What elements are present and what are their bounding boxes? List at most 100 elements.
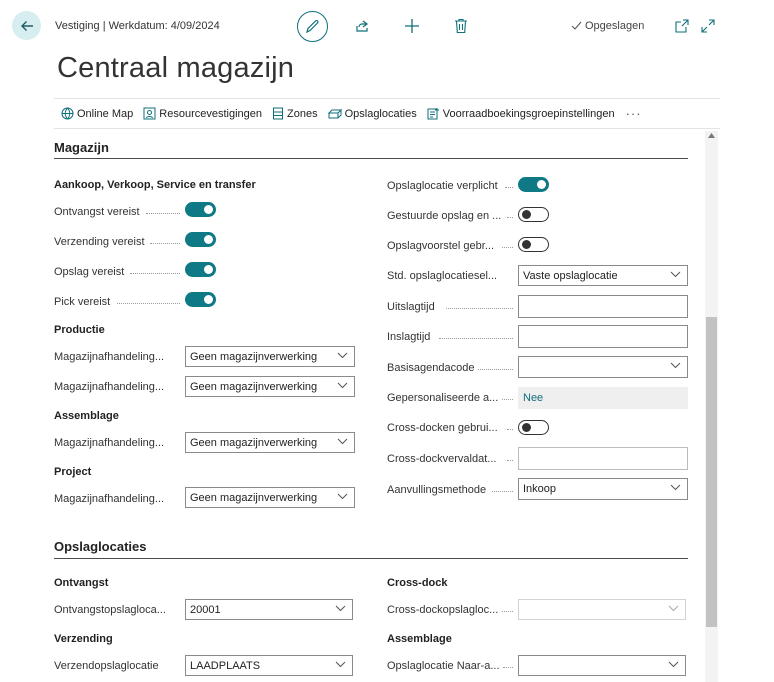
field-label-opslag-vereist: Opslag vereist	[54, 266, 125, 278]
open-in-new-icon	[675, 19, 689, 33]
share-button[interactable]	[353, 17, 371, 35]
field-label-opslaglocatie-naar-assemblage: Opslaglocatie Naar-a...	[387, 660, 500, 672]
action-bar: Online Map Resourcevestigingen Zones Ops…	[54, 98, 720, 129]
group-assemblage: Assemblage	[54, 410, 119, 422]
toggle-crossdocken-gebruiken[interactable]	[518, 420, 549, 435]
field-label-crossdockopslaglocatie: Cross-dockopslagloc...	[387, 604, 499, 616]
chevron-down-icon	[670, 484, 681, 491]
toggle-ontvangst-vereist[interactable]	[185, 202, 216, 217]
action-resourcevestigingen-label: Resourcevestigingen	[159, 107, 262, 120]
delete-button[interactable]	[452, 17, 470, 35]
scrollbar[interactable]	[705, 131, 718, 682]
toggle-opslagvoorstel[interactable]	[518, 237, 549, 252]
breadcrumb: Vestiging | Werkdatum: 4/09/2024	[55, 20, 220, 32]
action-voorraadboekingsgroepinstellingen-label: Voorraadboekingsgroepinstellingen	[442, 107, 615, 120]
trash-icon	[455, 18, 467, 34]
section-divider	[54, 558, 688, 559]
bins-icon	[327, 108, 342, 118]
select-verzendopslaglocatie[interactable]: LAADPLAATS	[185, 655, 353, 676]
expand-button[interactable]	[700, 18, 716, 34]
field-label-ontvangstopslaglocatie: Ontvangstopslaglоca...	[54, 604, 166, 616]
select-productie-1[interactable]: Geen magazijnverwerking	[185, 346, 355, 367]
action-resourcevestigingen[interactable]: Resourcevestigingen	[143, 107, 262, 120]
select-std-opslaglocatie-value: Vaste opslaglocatie	[523, 269, 618, 282]
select-aanvullingsmethode[interactable]: Inkoop	[518, 478, 688, 500]
field-label-gestuurde-opslag: Gestuurde opslag en ...	[387, 210, 502, 222]
select-productie-2-value: Geen magazijnverwerking	[190, 380, 318, 393]
field-label-inslagtijd: Inslagtijd	[387, 331, 431, 343]
dotted-leader	[439, 338, 513, 339]
field-label-uitslagtijd: Uitslagtijd	[387, 301, 435, 313]
select-basisagendacode[interactable]	[518, 356, 688, 378]
resource-icon	[143, 107, 156, 120]
toggle-opslaglocatie-verplicht[interactable]	[518, 177, 549, 192]
field-label-verzendopslaglocatie: Verzendopslaglocatie	[54, 660, 159, 672]
top-bar: Vestiging | Werkdatum: 4/09/2024 Opgesla…	[0, 0, 774, 52]
select-project[interactable]: Geen magazijnverwerking	[185, 487, 355, 508]
field-label-crossdocken-gebruiken: Cross-docken gebrui...	[387, 422, 498, 434]
toggle-gestuurde-opslag[interactable]	[518, 207, 549, 222]
select-crossdockopslaglocatie[interactable]	[518, 599, 686, 620]
input-uitslagtijd[interactable]	[518, 295, 688, 318]
select-opslaglocatie-naar-assemblage[interactable]	[518, 655, 686, 676]
value-gepersonaliseerde[interactable]: Nee	[518, 387, 688, 409]
select-ontvangstopslaglocatie[interactable]: 20001	[185, 599, 353, 620]
field-label-opslaglocatie-verplicht: Opslaglocatie verplicht	[387, 180, 498, 192]
dotted-leader	[502, 247, 513, 248]
action-online-map[interactable]: Online Map	[61, 107, 133, 120]
group-aankoop-verkoop: Aankoop, Verkoop, Service en transfer	[54, 179, 256, 191]
input-crossdockvervaldatum[interactable]	[518, 447, 688, 470]
action-zones-label: Zones	[287, 107, 318, 120]
dotted-leader	[502, 399, 513, 400]
new-button[interactable]	[403, 17, 421, 35]
section-title-opslaglocaties[interactable]: Opslaglocaties	[54, 539, 146, 554]
action-online-map-label: Online Map	[77, 107, 134, 120]
scroll-up-button[interactable]	[705, 133, 718, 143]
plus-icon	[405, 19, 419, 33]
dotted-leader	[503, 667, 513, 668]
toggle-opslag-vereist[interactable]	[185, 262, 216, 277]
select-productie-2[interactable]: Geen magazijnverwerking	[185, 376, 355, 397]
select-std-opslaglocatie[interactable]: Vaste opslaglocatie	[518, 265, 688, 286]
action-zones[interactable]: Zones	[272, 107, 318, 120]
checkmark-icon	[571, 21, 582, 30]
pencil-icon	[306, 20, 319, 34]
dotted-leader	[502, 611, 513, 612]
group-ontvangst: Ontvangst	[54, 577, 109, 589]
edit-button[interactable]	[297, 11, 328, 42]
action-opslaglocaties-label: Opslaglocaties	[344, 107, 417, 120]
chevron-down-icon	[668, 661, 679, 668]
action-opslaglocaties[interactable]: Opslaglocaties	[327, 107, 417, 120]
select-assemblage[interactable]: Geen magazijnverwerking	[185, 432, 355, 453]
dotted-leader	[478, 369, 513, 370]
open-new-window-button[interactable]	[674, 18, 690, 34]
back-button[interactable]	[12, 11, 41, 40]
field-label-assemblage: Magazijnafhandeling...	[54, 437, 165, 449]
dotted-leader	[507, 460, 513, 461]
dotted-leader	[117, 303, 180, 304]
group-assemblage-opslag: Assemblage	[387, 633, 452, 645]
field-label-project: Magazijnafhandeling...	[54, 493, 165, 505]
field-label-basisagendacode: Basisagendacode	[387, 362, 475, 374]
section-title-magazijn[interactable]: Magazijn	[54, 140, 109, 155]
more-options-button[interactable]: ···	[626, 106, 642, 121]
field-label-ontvangst-vereist: Ontvangst vereist	[54, 206, 140, 218]
field-label-aanvullingsmethode: Aanvullingsmethode	[387, 484, 487, 496]
select-productie-1-value: Geen magazijnverwerking	[190, 350, 318, 363]
scroll-thumb[interactable]	[706, 317, 717, 627]
group-project: Project	[54, 466, 92, 478]
toggle-verzending-vereist[interactable]	[185, 232, 216, 247]
expand-icon	[701, 19, 715, 33]
saved-status: Opgeslagen	[571, 20, 644, 32]
setup-icon	[427, 108, 439, 120]
chevron-down-icon	[337, 382, 348, 389]
input-inslagtijd[interactable]	[518, 325, 688, 348]
select-ontvangstopslaglocatie-value: 20001	[190, 603, 221, 616]
field-label-std-opslaglocatie: Std. opslaglocatiesel...	[387, 270, 498, 282]
toggle-pick-vereist[interactable]	[185, 292, 216, 307]
chevron-down-icon	[337, 493, 348, 500]
chevron-down-icon	[337, 352, 348, 359]
action-voorraadboekingsgroepinstellingen[interactable]: Voorraadboekingsgroepinstellingen	[427, 107, 615, 120]
chevron-down-icon	[335, 605, 346, 612]
page-title: Centraal magazijn	[57, 52, 295, 84]
